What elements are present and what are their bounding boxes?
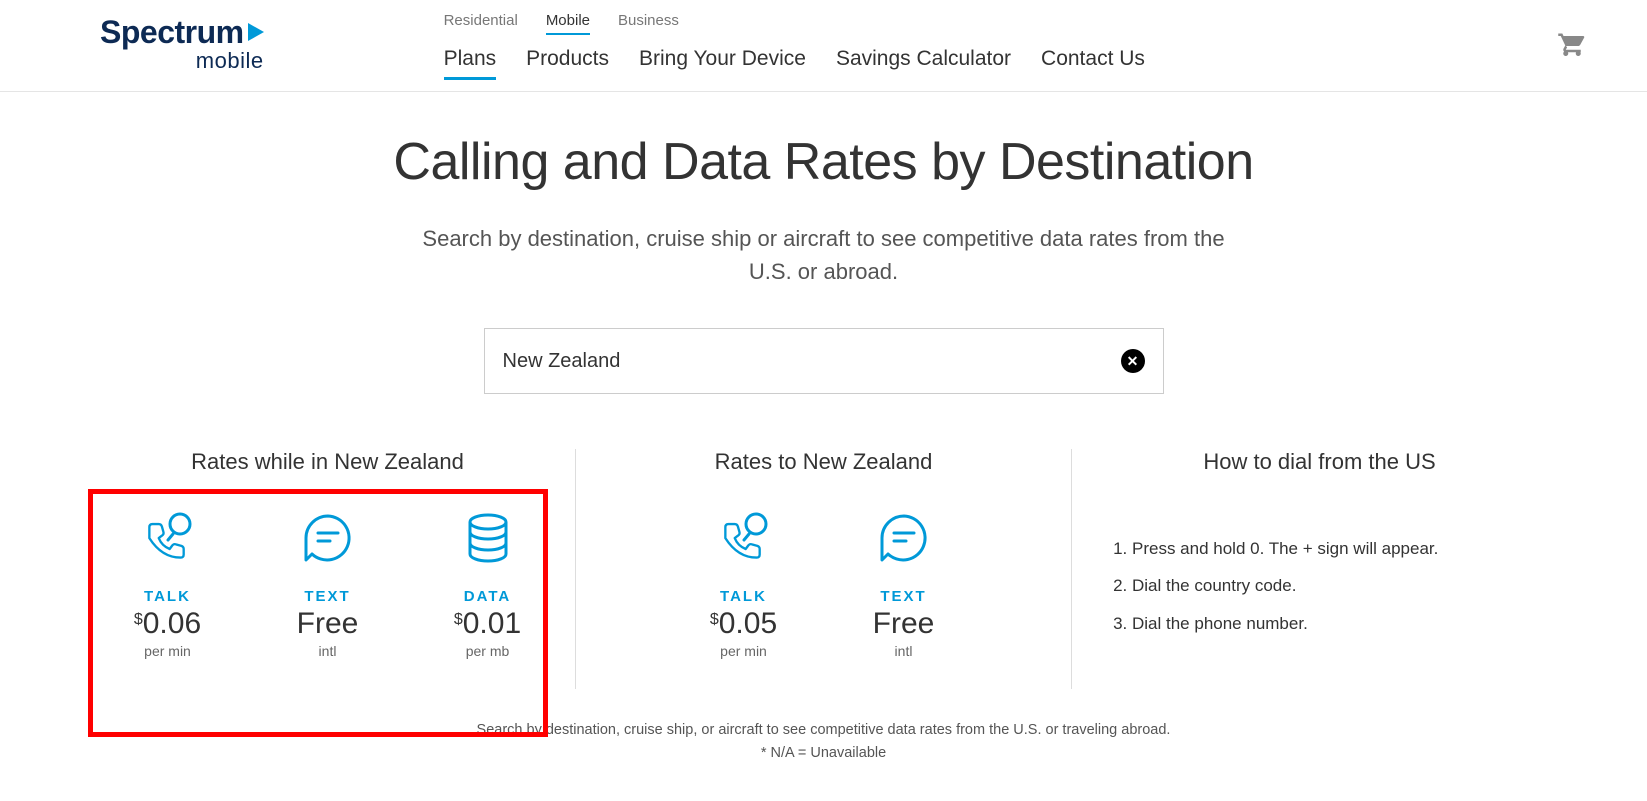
- rate-label: DATA: [464, 588, 511, 605]
- price-value: 0.05: [719, 607, 777, 641]
- col-rates-in: Rates while in New Zealand TALK $ 0.06 p…: [80, 449, 575, 689]
- brand-name: Spectrum: [100, 16, 244, 48]
- nav-stack: Residential Mobile Business Plans Products B…: [444, 12, 1145, 80]
- col1-title: Rates while in New Zealand: [110, 449, 545, 475]
- rate-price: $ 0.05: [710, 607, 777, 641]
- dial-step-3: Dial the phone number.: [1132, 605, 1507, 642]
- rate-unit: intl: [895, 643, 913, 659]
- brand-logo[interactable]: Spectrum mobile: [100, 16, 264, 74]
- col2-title: Rates to New Zealand: [606, 449, 1041, 475]
- dial-step-2: Dial the country code.: [1132, 567, 1507, 604]
- rate-item-text: TEXT Free intl: [854, 510, 954, 659]
- price-value: Free: [297, 607, 359, 641]
- rate-item-talk: TALK $ 0.05 per min: [694, 510, 794, 659]
- col1-items: TALK $ 0.06 per min TEXT Free intl DATA: [110, 510, 545, 659]
- rate-price: $ 0.06: [134, 607, 201, 641]
- footer-line2: * N/A = Unavailable: [0, 742, 1647, 765]
- main-nav-savings-calculator[interactable]: Savings Calculator: [836, 47, 1011, 80]
- text-icon: [300, 510, 356, 566]
- price-value: Free: [873, 607, 935, 641]
- top-nav: Residential Mobile Business: [444, 12, 1145, 35]
- col-how-to-dial: How to dial from the US Press and hold 0…: [1071, 449, 1567, 689]
- page-title: Calling and Data Rates by Destination: [0, 132, 1647, 192]
- rate-item-data: DATA $ 0.01 per mb: [438, 510, 538, 659]
- clear-search-button[interactable]: ✕: [1121, 349, 1145, 373]
- top-nav-business[interactable]: Business: [618, 12, 679, 35]
- data-icon: [460, 510, 516, 566]
- play-icon: [248, 23, 264, 41]
- currency-symbol: $: [710, 611, 719, 629]
- main-nav-contact-us[interactable]: Contact Us: [1041, 47, 1145, 80]
- rate-unit: intl: [319, 643, 337, 659]
- col-rates-to: Rates to New Zealand TALK $ 0.05 per min…: [575, 449, 1071, 689]
- main-nav: Plans Products Bring Your Device Savings Ca…: [444, 47, 1145, 80]
- rate-label: TALK: [720, 588, 767, 605]
- rate-price: Free: [297, 607, 359, 641]
- dial-steps: Press and hold 0. The + sign will appear…: [1102, 510, 1537, 642]
- rate-price: Free: [873, 607, 935, 641]
- top-nav-residential[interactable]: Residential: [444, 12, 518, 35]
- rate-unit: per min: [720, 643, 767, 659]
- hero: Calling and Data Rates by Destination Se…: [0, 92, 1647, 394]
- price-value: 0.06: [143, 607, 201, 641]
- rate-price: $ 0.01: [454, 607, 521, 641]
- search-box: ✕: [484, 328, 1164, 394]
- col2-items: TALK $ 0.05 per min TEXT Free intl: [606, 510, 1041, 659]
- rate-label: TALK: [144, 588, 191, 605]
- main-nav-bring-your-device[interactable]: Bring Your Device: [639, 47, 806, 80]
- site-header: Spectrum mobile Residential Mobile Busines…: [0, 0, 1647, 92]
- footer-notes: Search by destination, cruise ship, or a…: [0, 719, 1647, 765]
- main-nav-plans[interactable]: Plans: [444, 47, 497, 80]
- top-nav-mobile[interactable]: Mobile: [546, 12, 590, 35]
- search-input[interactable]: [503, 350, 1121, 373]
- page-subtitle: Search by destination, cruise ship or ai…: [414, 222, 1234, 288]
- talk-icon: [716, 510, 772, 566]
- footer-line1: Search by destination, cruise ship, or a…: [0, 719, 1647, 742]
- price-value: 0.01: [463, 607, 521, 641]
- dial-step-1: Press and hold 0. The + sign will appear…: [1132, 530, 1507, 567]
- cart-button[interactable]: [1557, 28, 1587, 63]
- rate-item-talk: TALK $ 0.06 per min: [118, 510, 218, 659]
- currency-symbol: $: [134, 611, 143, 629]
- cart-icon: [1557, 28, 1587, 58]
- text-icon: [876, 510, 932, 566]
- rate-unit: per mb: [466, 643, 510, 659]
- rate-label: TEXT: [304, 588, 350, 605]
- rate-unit: per min: [144, 643, 191, 659]
- col3-title: How to dial from the US: [1102, 449, 1537, 475]
- rate-item-text: TEXT Free intl: [278, 510, 378, 659]
- main-nav-products[interactable]: Products: [526, 47, 609, 80]
- rate-label: TEXT: [880, 588, 926, 605]
- rates-grid: Rates while in New Zealand TALK $ 0.06 p…: [0, 449, 1647, 689]
- currency-symbol: $: [454, 611, 463, 629]
- brand-sub: mobile: [196, 48, 264, 74]
- close-icon: ✕: [1127, 353, 1139, 370]
- talk-icon: [140, 510, 196, 566]
